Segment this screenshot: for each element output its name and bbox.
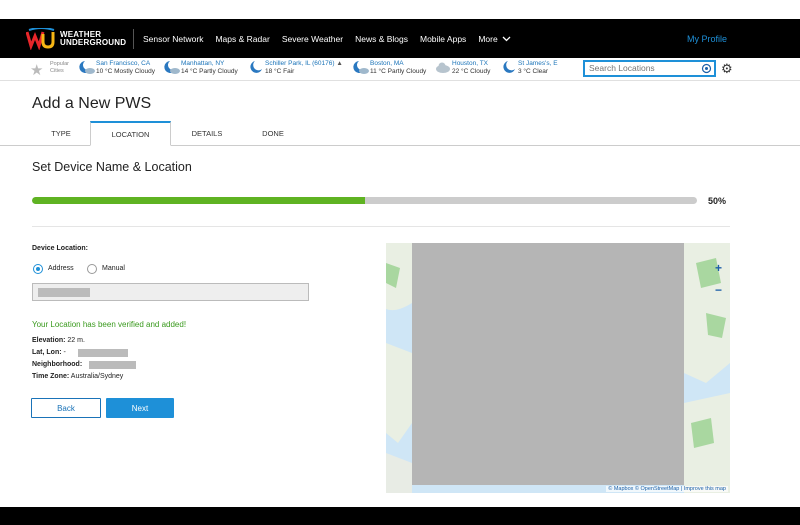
alert-icon: ▲ bbox=[336, 60, 343, 67]
city-schiller-park[interactable]: Schiller Park, IL (60176) ▲ 18 °C Fair bbox=[248, 60, 343, 76]
nav-sensor-network[interactable]: Sensor Network bbox=[143, 34, 203, 44]
moon-icon bbox=[250, 61, 262, 73]
chevron-down-icon bbox=[502, 36, 511, 41]
nav-mobile-apps[interactable]: Mobile Apps bbox=[420, 34, 466, 44]
verified-message: Your Location has been verified and adde… bbox=[32, 320, 187, 329]
device-location-label: Device Location: bbox=[32, 245, 89, 252]
star-icon[interactable]: ★ bbox=[30, 61, 43, 79]
radio-manual-label[interactable]: Manual bbox=[102, 265, 125, 272]
search-locations-box bbox=[583, 60, 716, 77]
radio-manual[interactable] bbox=[87, 264, 97, 274]
moon-cloud-icon bbox=[79, 61, 95, 74]
tab-type[interactable]: TYPE bbox=[32, 121, 90, 146]
redacted-map-area bbox=[412, 243, 684, 485]
page-title: Add a New PWS bbox=[32, 95, 152, 112]
wu-logo[interactable]: WEATHER UNDERGROUND bbox=[26, 28, 126, 50]
radio-address[interactable] bbox=[33, 264, 43, 274]
map-attribution[interactable]: © Mapbox © OpenStreetMap | Improve this … bbox=[606, 486, 728, 492]
locate-icon[interactable] bbox=[701, 63, 712, 74]
search-locations-input[interactable] bbox=[589, 63, 694, 73]
nav-links: Sensor Network Maps & Radar Severe Weath… bbox=[143, 19, 523, 58]
moon-cloud-icon bbox=[164, 61, 180, 74]
redacted-neighborhood bbox=[89, 361, 136, 369]
elevation-row: Elevation: 22 m. bbox=[32, 337, 85, 344]
nav-maps-radar[interactable]: Maps & Radar bbox=[215, 34, 269, 44]
city-manhattan[interactable]: Manhattan, NY 14 °C Partly Cloudy bbox=[164, 60, 238, 76]
nav-severe-weather[interactable]: Severe Weather bbox=[282, 34, 343, 44]
logo-line2: UNDERGROUND bbox=[60, 38, 127, 47]
top-nav: WEATHER UNDERGROUND Sensor Network Maps … bbox=[0, 19, 800, 58]
redacted-latlon bbox=[78, 349, 128, 357]
city-san-francisco[interactable]: San Francisco, CA 10 °C Mostly Cloudy bbox=[79, 60, 155, 76]
radio-address-label[interactable]: Address bbox=[48, 265, 74, 272]
tab-done[interactable]: DONE bbox=[243, 121, 303, 146]
next-button[interactable]: Next bbox=[106, 398, 174, 418]
tab-details[interactable]: DETAILS bbox=[171, 121, 243, 146]
address-input[interactable] bbox=[32, 283, 309, 301]
zoom-in-button[interactable]: + bbox=[715, 261, 722, 275]
back-button[interactable]: Back bbox=[31, 398, 101, 418]
nav-news-blogs[interactable]: News & Blogs bbox=[355, 34, 408, 44]
popular-cities-bar: ★ Popular Cities San Francisco, CA 10 °C … bbox=[0, 58, 800, 81]
nav-more-label: More bbox=[478, 33, 498, 44]
section-divider bbox=[32, 226, 730, 227]
location-map[interactable]: + − © Mapbox © OpenStreetMap | Improve t… bbox=[386, 243, 730, 493]
top-margin bbox=[0, 0, 800, 19]
my-profile-link[interactable]: My Profile bbox=[687, 34, 727, 44]
city-st-james[interactable]: St James's, E3 °C Clear bbox=[501, 60, 558, 76]
bottom-bar bbox=[0, 507, 800, 525]
section-title: Set Device Name & Location bbox=[32, 160, 192, 174]
neighborhood-label: Neighborhood: bbox=[32, 361, 83, 368]
moon-cloud-icon bbox=[353, 61, 369, 74]
moon-icon bbox=[503, 61, 515, 73]
wu-logo-icon bbox=[26, 28, 55, 50]
popular-cities-label: Popular Cities bbox=[50, 61, 69, 74]
nav-separator bbox=[133, 29, 134, 49]
wizard-tabs: TYPE LOCATION DETAILS DONE bbox=[0, 121, 800, 146]
latlon-row: Lat, Lon: - bbox=[32, 349, 66, 356]
nav-more[interactable]: More bbox=[478, 33, 511, 44]
progress-bar bbox=[32, 197, 697, 204]
city-houston[interactable]: Houston, TX 22 °C Cloudy bbox=[435, 60, 490, 76]
progress-bar-fill bbox=[32, 197, 365, 204]
progress-percent: 50% bbox=[708, 196, 727, 206]
zoom-out-button[interactable]: − bbox=[715, 283, 722, 297]
timezone-row: Time Zone: Australia/Sydney bbox=[32, 373, 124, 380]
gear-icon[interactable]: ⚙ bbox=[721, 61, 733, 77]
city-boston[interactable]: Boston, MA 11 °C Partly Cloudy bbox=[353, 60, 426, 76]
tab-location[interactable]: LOCATION bbox=[90, 121, 171, 146]
redacted-address bbox=[38, 288, 90, 297]
cloud-icon bbox=[436, 62, 450, 73]
